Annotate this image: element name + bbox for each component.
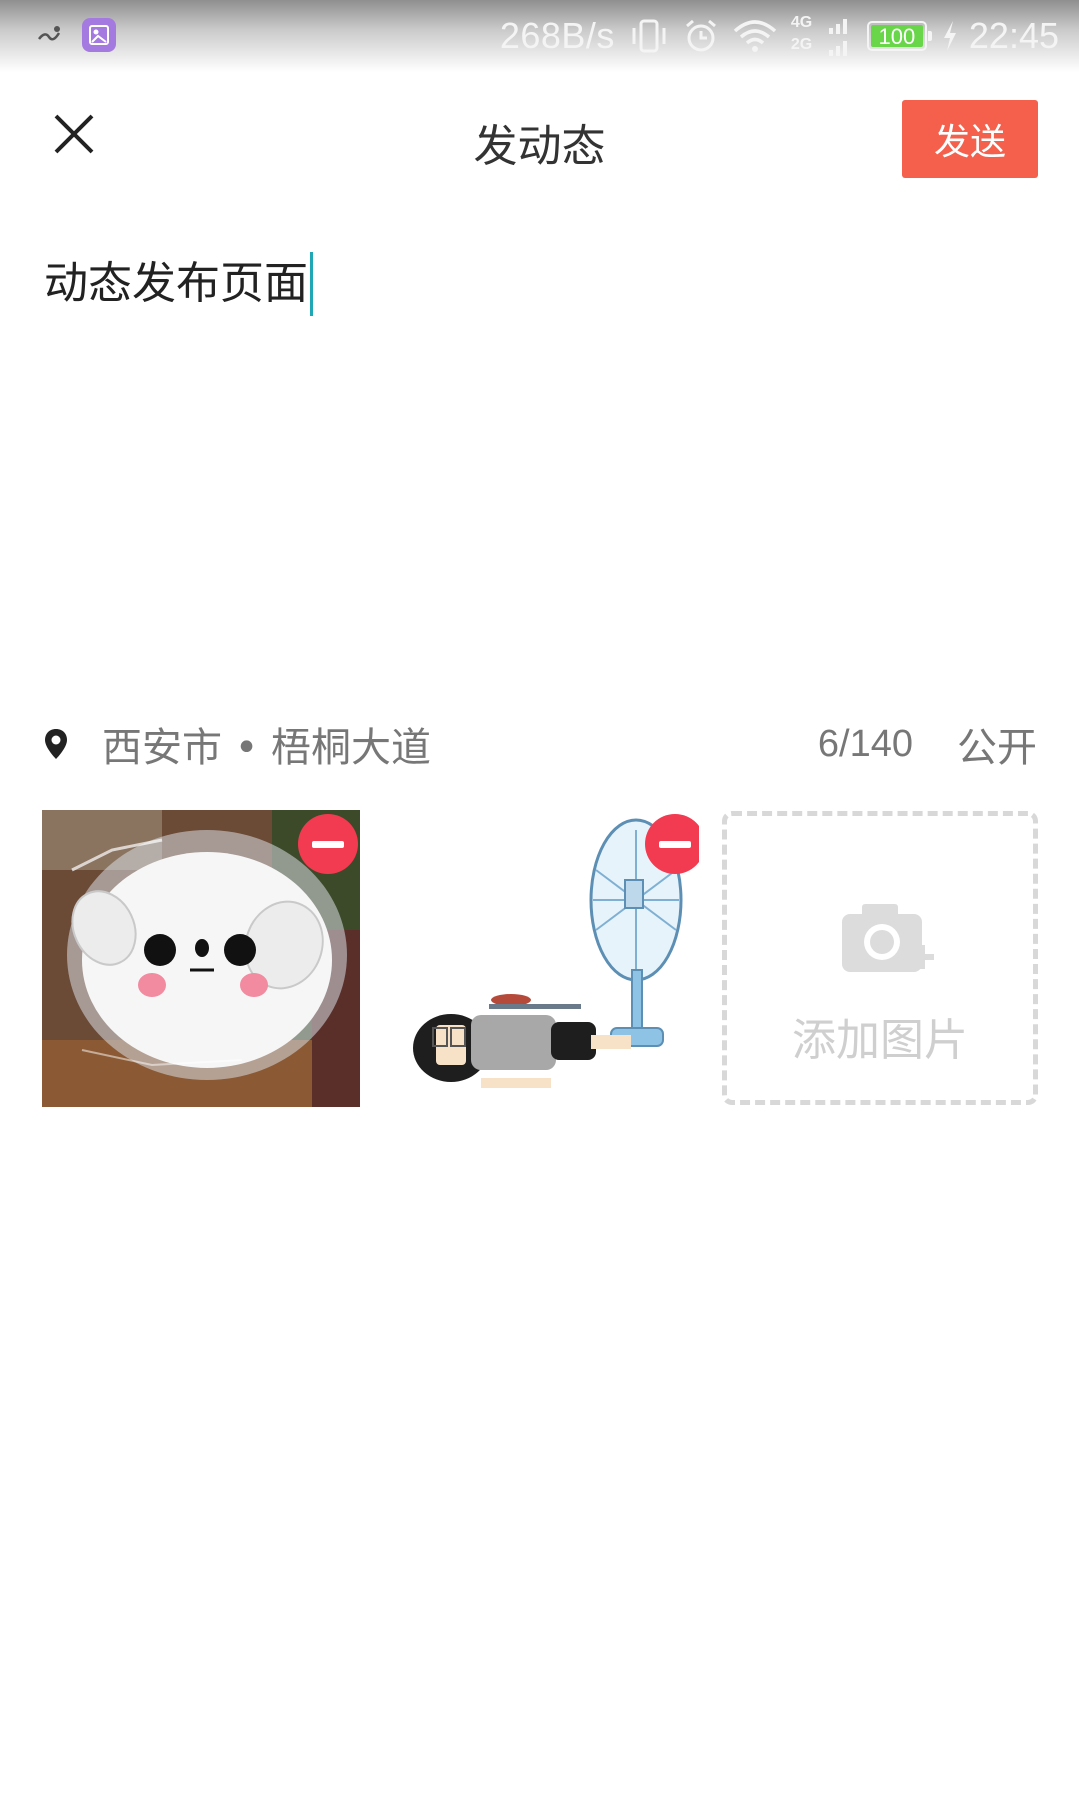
cellular-signal-icon: 4G 2G bbox=[791, 14, 853, 58]
battery-level: 100 bbox=[878, 24, 916, 49]
vibrate-icon bbox=[629, 18, 669, 54]
network-2g-label: 2G bbox=[790, 36, 813, 53]
add-camera-icon bbox=[840, 898, 936, 986]
meta-row: 西安市 • 梧桐大道 6/140 公开 bbox=[44, 716, 1037, 772]
location-pin-icon[interactable] bbox=[44, 726, 72, 762]
image-thumbnail-fan[interactable] bbox=[381, 810, 699, 1107]
add-photo-label: 添加图片 bbox=[792, 1015, 968, 1066]
image-grid: 添加图片 bbox=[42, 810, 1038, 1110]
alarm-icon bbox=[683, 18, 719, 54]
image-thumbnail-plush[interactable] bbox=[42, 810, 360, 1107]
send-button[interactable]: 发送 bbox=[902, 100, 1038, 178]
network-4g-label: 4G bbox=[790, 14, 813, 31]
privacy-toggle[interactable]: 公开 bbox=[957, 715, 1037, 773]
header: 发动态 发送 bbox=[0, 80, 1079, 184]
post-text: 动态发布页面 bbox=[44, 258, 308, 309]
character-counter: 6/140 bbox=[817, 722, 913, 765]
wifi-icon bbox=[733, 19, 777, 53]
location-label[interactable]: 西安市 • 梧桐大道 bbox=[102, 715, 431, 773]
status-bar: 268B/s 4G 2G 100 22:45 bbox=[0, 0, 1079, 72]
add-photo-button[interactable]: 添加图片 bbox=[722, 811, 1038, 1105]
notification-icon bbox=[36, 21, 64, 49]
minus-icon bbox=[312, 840, 344, 848]
clock: 22:45 bbox=[968, 15, 1059, 56]
gallery-app-icon bbox=[82, 18, 116, 52]
remove-image-button[interactable] bbox=[298, 814, 358, 874]
charging-icon bbox=[941, 20, 959, 52]
network-speed: 268B/s bbox=[499, 15, 615, 56]
status-right: 268B/s 4G 2G 100 22:45 bbox=[500, 14, 1059, 58]
battery-icon: 100 bbox=[866, 21, 932, 51]
status-left bbox=[36, 18, 116, 52]
text-caret bbox=[310, 252, 313, 316]
minus-icon bbox=[659, 840, 691, 848]
remove-image-button[interactable] bbox=[645, 814, 699, 874]
post-text-input[interactable]: 动态发布页面 bbox=[44, 252, 1034, 652]
